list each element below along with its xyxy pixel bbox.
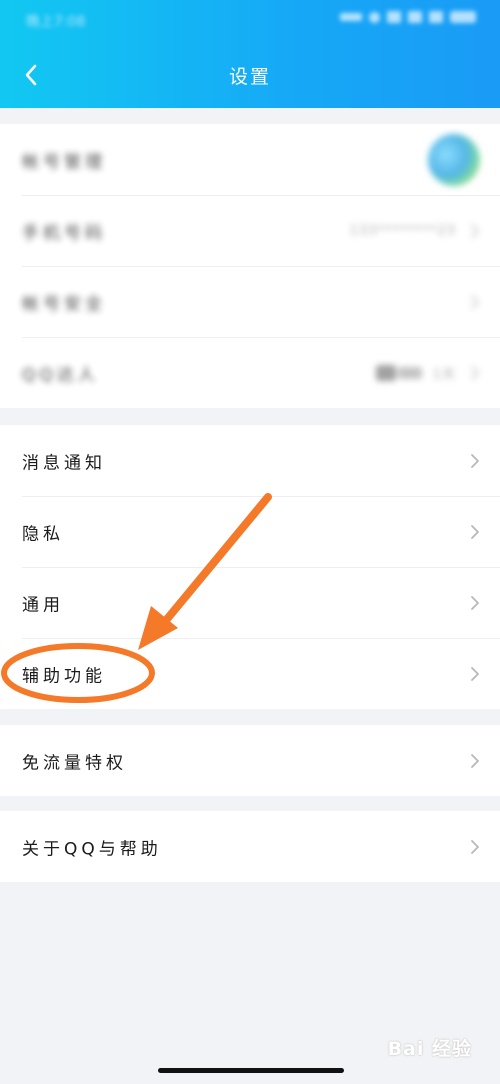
row-label: 辅助功能: [22, 666, 106, 686]
chevron-right-icon: [471, 294, 479, 309]
settings-row-account-security[interactable]: 帐号安全: [0, 266, 500, 337]
row-value: 1天: [432, 367, 456, 382]
chevron-right-icon: [471, 666, 479, 681]
settings-row-account-manage[interactable]: 帐号管理: [0, 124, 500, 195]
row-label: 帐号安全: [22, 294, 106, 314]
alarm-icon: [369, 11, 380, 23]
chevron-right-icon: [471, 753, 479, 768]
wifi-icon: [429, 11, 443, 23]
avatar: [428, 134, 480, 186]
home-indicator[interactable]: [158, 1068, 344, 1073]
signal-icon: [387, 11, 401, 23]
row-label: 消息通知: [22, 453, 106, 473]
row-label: 关于QQ与帮助: [22, 839, 162, 859]
general-settings-group: 消息通知 隐私 通用 辅助功能: [0, 425, 500, 709]
about-settings-group: 关于QQ与帮助: [0, 811, 500, 882]
settings-row-free-traffic[interactable]: 免流量特权: [0, 725, 500, 796]
settings-row-message-notification[interactable]: 消息通知: [0, 425, 500, 496]
row-label: 通用: [22, 595, 64, 615]
header-bar: 晚上7:08 设置: [0, 0, 500, 108]
status-bar: 晚上7:08: [0, 0, 500, 40]
row-label: 免流量特权: [22, 753, 127, 773]
settings-row-qq-expert[interactable]: QQ达人 1天: [0, 337, 500, 408]
chevron-right-icon: [471, 595, 479, 610]
baidu-watermark: Bai 经验: [387, 1038, 472, 1060]
status-time: 晚上7:08: [26, 14, 86, 30]
network-speed-icon: [340, 13, 362, 21]
page-title: 设置: [228, 66, 271, 88]
settings-row-accessibility[interactable]: 辅助功能: [0, 638, 500, 709]
chevron-right-icon: [471, 223, 479, 238]
chevron-right-icon: [471, 839, 479, 854]
row-value: 133********23: [349, 223, 456, 238]
row-label: 手机号码: [22, 223, 106, 243]
row-label: 隐私: [22, 524, 64, 544]
settings-row-about-qq-help[interactable]: 关于QQ与帮助: [0, 811, 500, 882]
status-icons: [340, 11, 476, 23]
chevron-right-icon: [471, 524, 479, 539]
row-label: QQ达人: [22, 365, 99, 385]
account-settings-group: 帐号管理 手机号码 133********23 帐号安全 QQ达人 1天: [0, 124, 500, 408]
battery-icon: [450, 11, 476, 23]
chevron-right-icon: [471, 453, 479, 468]
settings-row-privacy[interactable]: 隐私: [0, 496, 500, 567]
signal-icon-2: [408, 11, 422, 23]
traffic-settings-group: 免流量特权: [0, 725, 500, 796]
chevron-right-icon: [471, 365, 479, 380]
settings-row-general[interactable]: 通用: [0, 567, 500, 638]
settings-row-phone-number[interactable]: 手机号码 133********23: [0, 195, 500, 266]
row-label: 帐号管理: [22, 152, 106, 172]
qq-expert-badge-icon: [376, 364, 422, 381]
